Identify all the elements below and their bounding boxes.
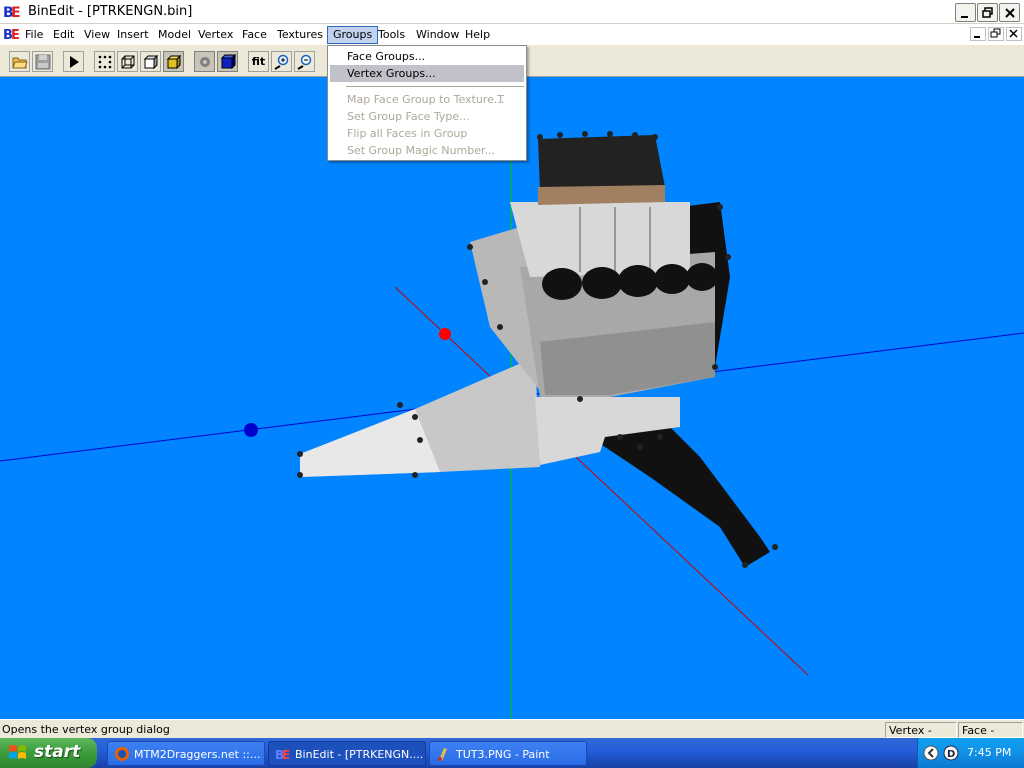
wireframe-button[interactable] bbox=[117, 51, 138, 72]
fit-button[interactable]: fit bbox=[248, 51, 269, 72]
restore-icon bbox=[990, 28, 1001, 38]
back-arrow-icon[interactable] bbox=[923, 745, 939, 761]
binedit-icon: BE bbox=[275, 748, 290, 762]
document-icon[interactable]: B E bbox=[3, 26, 21, 43]
groups-menu-dropdown: Face Groups... Vertex Groups... Map Face… bbox=[327, 45, 527, 161]
menu-vertex[interactable]: Vertex bbox=[193, 26, 238, 44]
gear-select-button[interactable] bbox=[194, 51, 215, 72]
window-title: BinEdit - [PTRKENGN.bin] bbox=[28, 4, 193, 19]
start-button[interactable]: start bbox=[0, 738, 97, 768]
vertex-status-pane: Vertex - None bbox=[885, 722, 957, 750]
map-face-group-shortcut: T bbox=[497, 93, 504, 106]
binedit-app-icon: B E bbox=[3, 5, 21, 21]
windows-flag-icon bbox=[9, 745, 26, 759]
restore-icon bbox=[982, 7, 993, 18]
menu-view[interactable]: View bbox=[79, 26, 115, 44]
open-folder-icon bbox=[12, 57, 28, 69]
cube-select-button[interactable] bbox=[217, 51, 238, 72]
title-bar[interactable]: B E BinEdit - [PTRKENGN.bin] bbox=[0, 0, 1024, 24]
save-disk-icon bbox=[35, 54, 51, 70]
svg-text:E: E bbox=[11, 5, 21, 21]
taskbar-item-firefox[interactable]: MTM2Draggers.net ::... bbox=[107, 741, 265, 766]
restore-button[interactable] bbox=[977, 3, 998, 22]
firefox-icon bbox=[115, 747, 129, 761]
paint-icon bbox=[438, 748, 447, 761]
zoom-in-icon bbox=[274, 54, 289, 70]
minimize-icon bbox=[974, 36, 980, 38]
face-groups-item[interactable]: Face Groups... bbox=[330, 48, 524, 65]
air-scoop bbox=[538, 135, 665, 192]
minimize-icon bbox=[961, 16, 968, 18]
face-status-pane: Face - None bbox=[958, 722, 1023, 750]
taskbar: start MTM2Draggers.net ::... BE BinEdit … bbox=[0, 738, 1024, 768]
air-scoop-base bbox=[538, 185, 665, 205]
menu-help[interactable]: Help bbox=[460, 26, 495, 44]
flat-shade-button[interactable] bbox=[140, 51, 161, 72]
map-face-group-item[interactable]: Map Face Group to Texture... T bbox=[330, 91, 524, 108]
zoom-out-button[interactable] bbox=[294, 51, 315, 72]
menu-window[interactable]: Window bbox=[411, 26, 464, 44]
wireframe-cube-icon bbox=[121, 55, 135, 69]
textured-button[interactable] bbox=[163, 51, 184, 72]
taskbar-item-label: TUT3.PNG - Paint bbox=[456, 748, 550, 761]
zoom-in-button[interactable] bbox=[271, 51, 292, 72]
close-icon bbox=[1009, 29, 1018, 38]
save-button[interactable] bbox=[32, 51, 53, 72]
blue-cube-icon bbox=[220, 54, 236, 70]
tray-app-icon[interactable]: D bbox=[943, 745, 959, 761]
flip-all-faces-item[interactable]: Flip all Faces in Group bbox=[330, 125, 524, 142]
vertex-mode-button[interactable] bbox=[94, 51, 115, 72]
start-label: start bbox=[34, 742, 81, 762]
textured-cube-icon bbox=[166, 54, 182, 70]
x-axis-handle[interactable] bbox=[439, 328, 451, 340]
taskbar-item-binedit[interactable]: BE BinEdit - [PTRKENGN.... bbox=[268, 741, 426, 766]
mdi-close-button[interactable] bbox=[1006, 27, 1022, 41]
3d-viewport[interactable] bbox=[0, 77, 1024, 719]
menu-groups[interactable]: Groups bbox=[327, 26, 379, 44]
svg-text:E: E bbox=[282, 748, 290, 762]
play-button[interactable] bbox=[63, 51, 84, 72]
solid-cube-icon bbox=[143, 54, 159, 70]
supercharger-body bbox=[510, 202, 690, 277]
taskbar-item-label: MTM2Draggers.net ::... bbox=[134, 748, 261, 761]
minimize-button[interactable] bbox=[955, 3, 976, 22]
gear-icon bbox=[200, 57, 210, 67]
mdi-restore-button[interactable] bbox=[988, 27, 1004, 41]
engine-model-render[interactable] bbox=[0, 77, 1024, 719]
open-button[interactable] bbox=[9, 51, 30, 72]
close-button[interactable] bbox=[999, 3, 1020, 22]
set-group-magic-item[interactable]: Set Group Magic Number... bbox=[330, 142, 524, 159]
menu-separator bbox=[346, 86, 524, 87]
status-message: Opens the vertex group dialog bbox=[2, 723, 170, 736]
clock[interactable]: 7:45 PM bbox=[967, 746, 1011, 759]
zoom-out-icon bbox=[297, 54, 312, 70]
menu-file[interactable]: File bbox=[20, 26, 48, 44]
menu-bar: B E File Edit View Insert Model Vertex F… bbox=[0, 24, 1024, 45]
svg-text:E: E bbox=[11, 28, 20, 43]
intake-funnel-front bbox=[300, 409, 440, 477]
system-tray: D 7:45 PM bbox=[917, 738, 1024, 768]
vertex-groups-item[interactable]: Vertex Groups... bbox=[330, 65, 524, 82]
map-face-group-label: Map Face Group to Texture... bbox=[347, 93, 505, 106]
z-axis-handle[interactable] bbox=[244, 423, 258, 437]
menu-face[interactable]: Face bbox=[237, 26, 272, 44]
svg-text:D: D bbox=[947, 749, 955, 760]
play-icon bbox=[70, 56, 79, 68]
menu-edit[interactable]: Edit bbox=[48, 26, 79, 44]
menu-tools[interactable]: Tools bbox=[373, 26, 410, 44]
vertices-icon bbox=[98, 55, 112, 69]
menu-textures[interactable]: Textures bbox=[272, 26, 328, 44]
menu-model[interactable]: Model bbox=[153, 26, 196, 44]
close-icon bbox=[1005, 8, 1015, 18]
menu-insert[interactable]: Insert bbox=[112, 26, 154, 44]
taskbar-item-label: BinEdit - [PTRKENGN.... bbox=[295, 748, 424, 761]
taskbar-item-paint[interactable]: TUT3.PNG - Paint bbox=[429, 741, 587, 766]
status-bar: Opens the vertex group dialog Vertex - N… bbox=[0, 719, 1024, 750]
mdi-minimize-button[interactable] bbox=[970, 27, 986, 41]
set-group-face-type-item[interactable]: Set Group Face Type... bbox=[330, 108, 524, 125]
